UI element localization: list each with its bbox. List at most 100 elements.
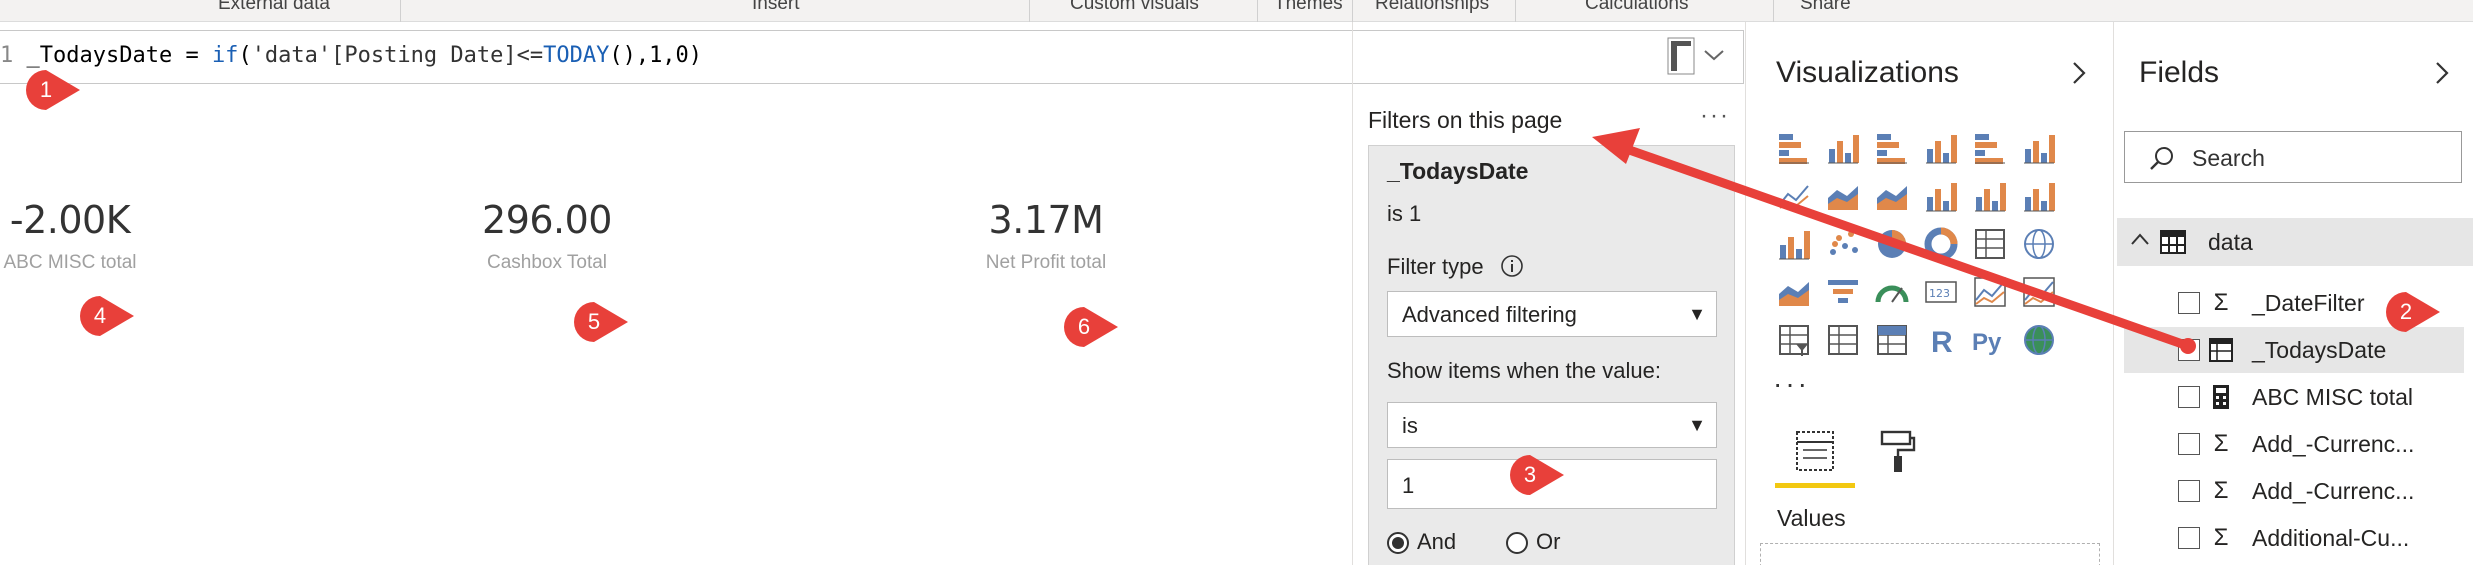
chevron-right-icon[interactable] bbox=[2069, 58, 2089, 88]
ribbon-group-share[interactable]: Share bbox=[1800, 0, 1851, 15]
ribbon-divider bbox=[1257, 0, 1258, 22]
sigma-icon: Σ bbox=[2213, 430, 2229, 457]
filter-type-dropdown[interactable]: Advanced filtering ▼ bbox=[1387, 291, 1717, 337]
condition-dropdown[interactable]: is ▼ bbox=[1387, 402, 1717, 448]
pane-divider bbox=[2113, 22, 2114, 565]
calculator-icon bbox=[2213, 385, 2229, 409]
ribbon-group-themes[interactable]: Themes bbox=[1274, 0, 1343, 15]
card-label: Net Profit total bbox=[985, 252, 1107, 273]
field-checkbox[interactable] bbox=[2178, 480, 2200, 502]
field-checkbox[interactable] bbox=[2178, 292, 2200, 314]
filter-type-label: Filter type bbox=[1387, 254, 1484, 279]
svg-text:Py: Py bbox=[1972, 329, 2002, 356]
ribbon-group-relationships[interactable]: Relationships bbox=[1375, 0, 1489, 15]
field-checkbox[interactable] bbox=[2178, 386, 2200, 408]
clustered-column-icon[interactable] bbox=[1923, 130, 1959, 166]
card-cashbox[interactable]: 296.00 Cashbox Total bbox=[462, 198, 632, 274]
matrix-icon[interactable] bbox=[1874, 322, 1910, 358]
field-name: _DateFilter bbox=[2252, 290, 2365, 316]
stacked-bar-icon[interactable] bbox=[1776, 130, 1812, 166]
pie-chart-icon[interactable] bbox=[1874, 226, 1910, 262]
scatter-icon[interactable] bbox=[1825, 226, 1861, 262]
fields-tab-icon[interactable] bbox=[1795, 428, 1835, 474]
svg-text:123: 123 bbox=[1929, 287, 1950, 300]
formula-text[interactable]: 1 _TodaysDate = if('data'[Posting Date]<… bbox=[0, 43, 702, 68]
chevron-down-icon[interactable] bbox=[1702, 45, 1726, 65]
formula-rest: (),1,0) bbox=[609, 43, 703, 68]
show-items-label: Show items when the value: bbox=[1387, 358, 1661, 383]
values-drop-zone[interactable] bbox=[1760, 543, 2100, 565]
dropdown-caret-icon: ▼ bbox=[1688, 415, 1706, 435]
multi-row-card-icon[interactable] bbox=[1972, 274, 2008, 310]
100-bar-icon[interactable] bbox=[1972, 130, 2008, 166]
formula-argument: 'data'[Posting Date]<= bbox=[251, 43, 544, 68]
field-checkbox[interactable] bbox=[2178, 527, 2200, 549]
card-value: -2.00K bbox=[9, 198, 131, 242]
formula-bar[interactable]: 1 _TodaysDate = if('data'[Posting Date]<… bbox=[0, 30, 1744, 84]
field-item[interactable]: Σ Add_-Currenc... bbox=[2124, 421, 2464, 467]
stacked-column-icon[interactable] bbox=[1825, 130, 1861, 166]
card-net-profit[interactable]: 3.17M Net Profit total bbox=[956, 198, 1136, 274]
filter-value: 1 bbox=[1402, 473, 1415, 498]
field-checkbox[interactable] bbox=[2178, 433, 2200, 455]
ribbon-group-insert[interactable]: Insert bbox=[752, 0, 800, 15]
treemap-icon[interactable] bbox=[1972, 226, 2008, 262]
radio-and-label: And bbox=[1417, 529, 1457, 554]
line-clustered-column-icon[interactable] bbox=[1972, 178, 2008, 214]
gauge-icon[interactable] bbox=[1874, 274, 1910, 310]
table-data[interactable]: data bbox=[2117, 218, 2473, 266]
callout-number: 2 bbox=[2399, 299, 2413, 324]
paint-roller-icon[interactable] bbox=[1878, 428, 1918, 474]
kpi-icon[interactable] bbox=[2021, 274, 2057, 310]
callout-marker-5: 5 bbox=[572, 300, 632, 344]
field-checkbox[interactable] bbox=[2178, 339, 2200, 361]
map-icon[interactable] bbox=[2021, 226, 2057, 262]
values-well-label: Values bbox=[1777, 505, 1846, 531]
area-chart-icon[interactable] bbox=[1825, 178, 1861, 214]
arcgis-map-icon[interactable] bbox=[2021, 322, 2057, 358]
dropdown-caret-icon: ▼ bbox=[1688, 304, 1706, 324]
ribbon-group-external-data[interactable]: External data bbox=[218, 0, 330, 15]
more-options-icon[interactable]: ··· bbox=[1700, 102, 1730, 130]
field-name: _TodaysDate bbox=[2252, 337, 2387, 363]
info-icon[interactable] bbox=[1500, 254, 1524, 278]
field-item[interactable]: ABC MISC total bbox=[2124, 374, 2464, 420]
callout-marker-1: 1 bbox=[24, 68, 84, 112]
callout-marker-4: 4 bbox=[78, 294, 138, 338]
chevron-up-icon[interactable] bbox=[2129, 230, 2151, 250]
python-visual-icon[interactable]: Py bbox=[1972, 322, 2008, 358]
field-item[interactable]: Σ Additional-Cu... bbox=[2124, 515, 2464, 561]
more-visuals-icon[interactable]: ··· bbox=[1773, 368, 1810, 400]
filter-card[interactable]: _TodaysDate is 1 Filter type Advanced fi… bbox=[1368, 145, 1735, 565]
fields-search[interactable]: Search bbox=[2124, 131, 2462, 183]
ribbon-group-calculations[interactable]: Calculations bbox=[1585, 0, 1689, 15]
field-name: Add_-Currenc... bbox=[2252, 478, 2415, 504]
condition-value: is bbox=[1402, 413, 1418, 438]
slicer-icon[interactable] bbox=[1776, 322, 1812, 358]
funnel-icon[interactable] bbox=[1825, 274, 1861, 310]
card-value: 3.17M bbox=[988, 198, 1104, 242]
field-name: Add_-Currenc... bbox=[2252, 431, 2415, 457]
card-icon[interactable]: 123 bbox=[1923, 274, 1959, 310]
sigma-icon: Σ bbox=[2213, 289, 2229, 316]
ribbon-group-custom-visuals[interactable]: Custom visuals bbox=[1070, 0, 1199, 15]
donut-chart-icon[interactable] bbox=[1923, 226, 1959, 262]
waterfall-icon[interactable] bbox=[1776, 226, 1812, 262]
ribbon-divider bbox=[1515, 0, 1516, 22]
ribbon-divider bbox=[1352, 0, 1353, 22]
line-column-icon[interactable] bbox=[1923, 178, 1959, 214]
formula-expand-icon[interactable] bbox=[1667, 37, 1695, 75]
card-abc-misc[interactable]: -2.00K ABC MISC total bbox=[0, 198, 160, 274]
r-visual-icon[interactable]: R bbox=[1923, 322, 1959, 358]
search-placeholder: Search bbox=[2192, 145, 2265, 171]
chevron-right-icon[interactable] bbox=[2432, 58, 2452, 88]
clustered-bar-icon[interactable] bbox=[1874, 130, 1910, 166]
table-icon[interactable] bbox=[1825, 322, 1861, 358]
stacked-area-icon[interactable] bbox=[1874, 178, 1910, 214]
field-item[interactable]: Σ Add_-Currenc... bbox=[2124, 468, 2464, 514]
filled-map-icon[interactable] bbox=[1776, 274, 1812, 310]
line-chart-icon[interactable] bbox=[1776, 178, 1812, 214]
100-column-icon[interactable] bbox=[2021, 130, 2057, 166]
ribbon-chart-icon[interactable] bbox=[2021, 178, 2057, 214]
formula-line-number: 1 bbox=[0, 43, 14, 68]
